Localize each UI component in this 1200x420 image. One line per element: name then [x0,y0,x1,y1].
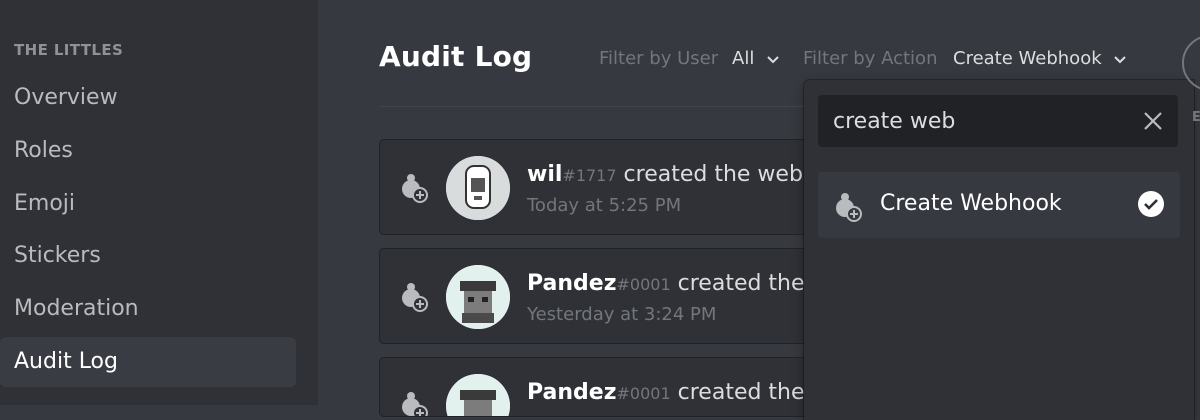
audit-log-entry[interactable]: Pandez#0001 created the webhook Yesterda… [379,248,819,344]
settings-sidebar: THE LITTLES Overview Roles Emoji Sticker… [0,0,318,405]
option-label: Create Webhook [880,191,1062,216]
avatar[interactable] [446,374,510,416]
entry-discriminator: #1717 [562,166,617,185]
header-divider [379,106,809,107]
entry-text: Pandez#0001 created the webhook [527,380,818,405]
sidebar-item-roles[interactable]: Roles [0,126,296,176]
entry-username[interactable]: wil [527,162,562,187]
filter-user-value: All [732,48,755,69]
filter-user-label: Filter by User [599,48,719,69]
dropdown-option-create-webhook[interactable]: Create Webhook [818,172,1180,238]
action-filter-popout: Create Webhook [804,80,1194,420]
entry-discriminator: #0001 [616,275,671,294]
entry-action: created the webhook [623,162,818,187]
entry-text: Pandez#0001 created the webhook [527,271,818,296]
audit-log-entry[interactable]: Pandez#0001 created the webhook [379,357,819,417]
avatar[interactable] [446,265,510,329]
webhook-create-icon [832,189,866,227]
server-name-heading: THE LITTLES [14,41,124,59]
chevron-down-icon [766,49,780,70]
entry-timestamp: Today at 5:25 PM [527,195,682,216]
filter-action-label: Filter by Action [803,48,938,69]
sidebar-item-audit-log[interactable]: Audit Log [0,337,296,387]
sidebar-item-stickers[interactable]: Stickers [0,231,296,281]
webhook-create-icon [398,388,432,416]
entry-action: created the webhook [677,380,818,405]
action-search-input[interactable] [818,95,1128,147]
entry-text: wil#1717 created the webhook [527,162,818,187]
entry-username[interactable]: Pandez [527,271,617,296]
sidebar-item-emoji[interactable]: Emoji [0,179,296,229]
entry-username[interactable]: Pandez [527,380,617,405]
chevron-down-icon [1113,49,1127,70]
avatar[interactable] [446,156,510,220]
action-search-box[interactable] [818,95,1178,147]
filter-user-dropdown[interactable]: All [732,48,780,70]
sidebar-item-overview[interactable]: Overview [0,73,296,123]
page-title: Audit Log [379,40,533,73]
close-icon[interactable] [1142,110,1164,136]
esc-label: E [1192,110,1200,125]
audit-log-entry[interactable]: wil#1717 created the webhook Today at 5:… [379,139,819,235]
entry-discriminator: #0001 [616,384,671,403]
webhook-create-icon [398,279,432,317]
filter-action-value: Create Webhook [953,48,1102,69]
entry-action: created the webhook [677,271,818,296]
filter-action-dropdown[interactable]: Create Webhook [953,48,1127,70]
entry-timestamp: Yesterday at 3:24 PM [527,304,717,325]
webhook-create-icon [398,170,432,208]
checkmark-icon [1138,191,1164,217]
sidebar-item-moderation[interactable]: Moderation [0,284,296,334]
